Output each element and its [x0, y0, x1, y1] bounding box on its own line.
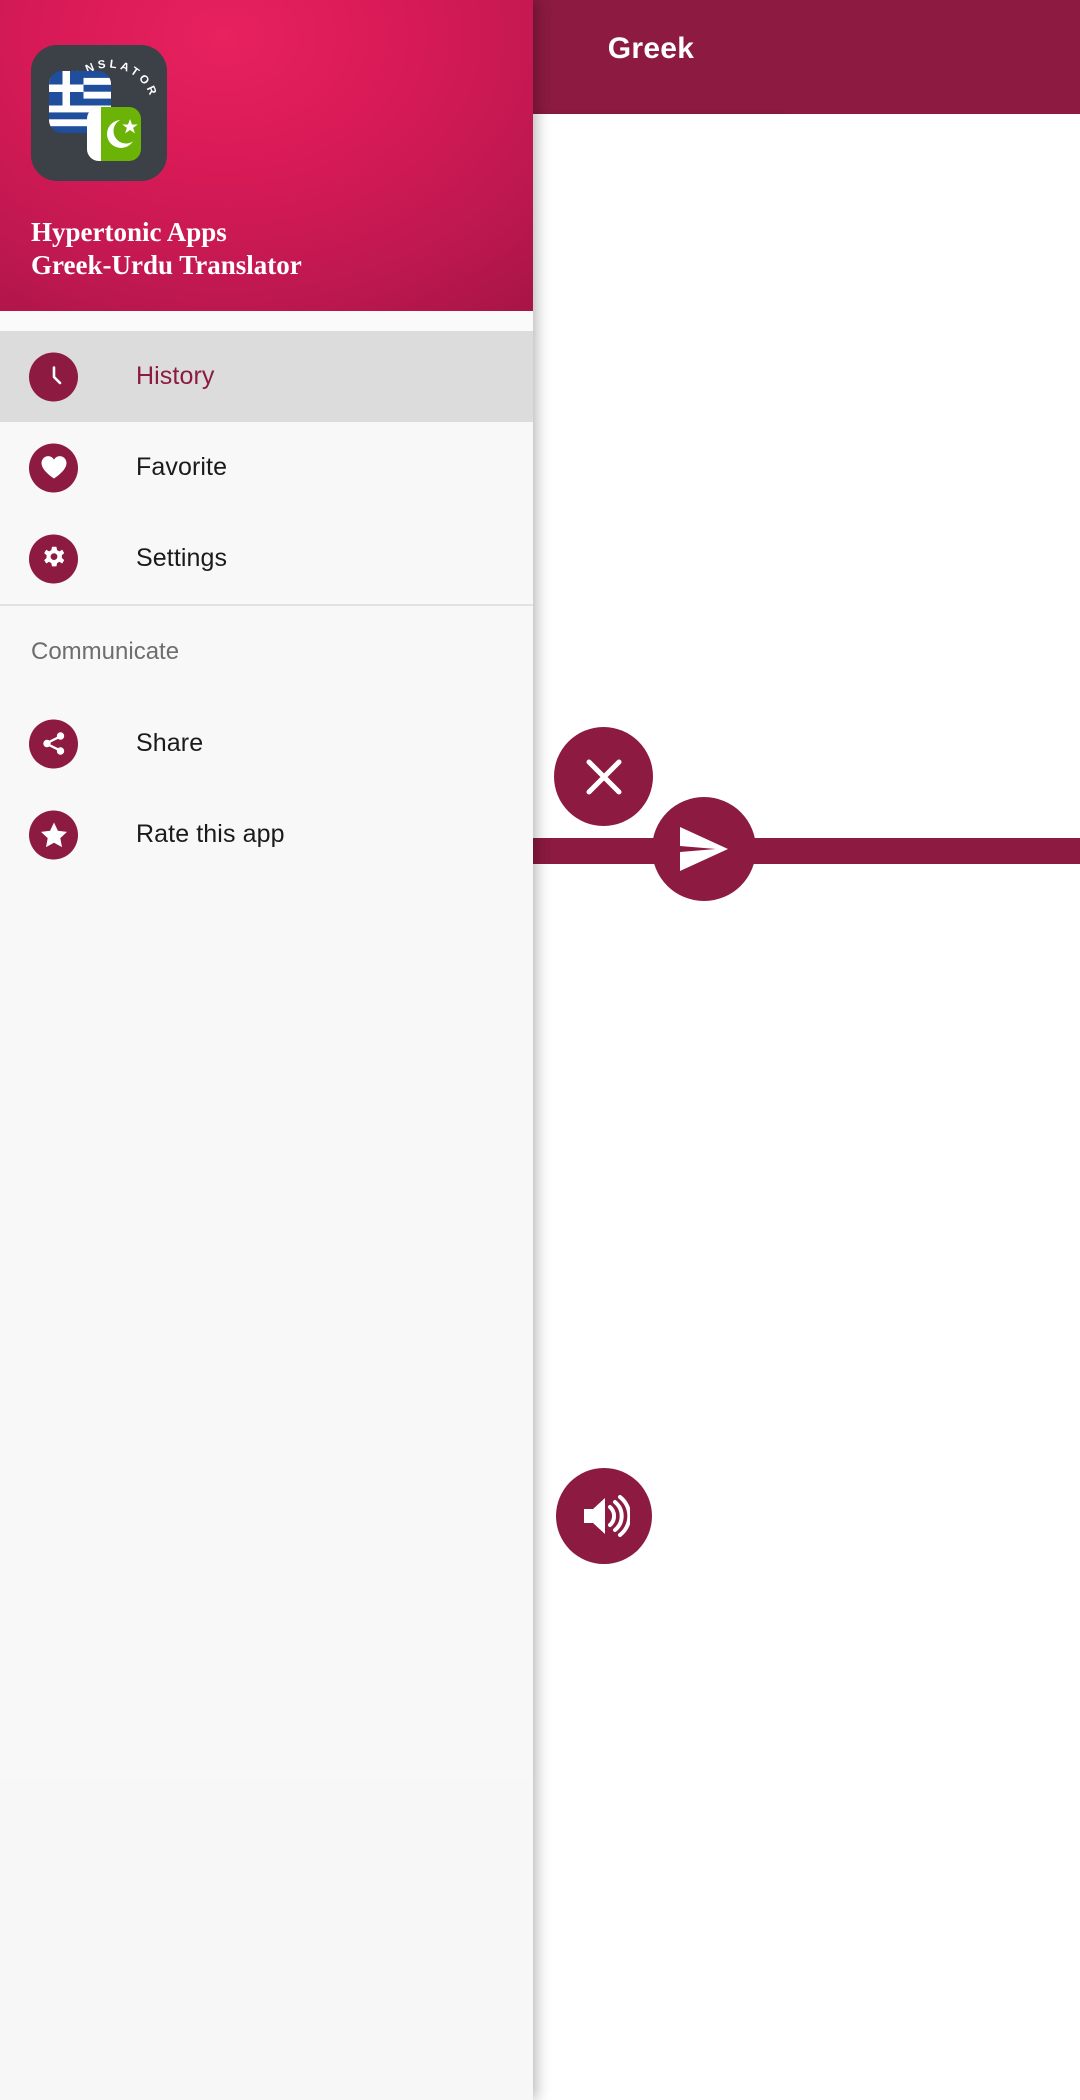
send-icon — [680, 827, 728, 871]
drawer-section-title: Communicate — [0, 606, 533, 698]
sidebar-item-rate-this-app[interactable]: Rate this app — [0, 789, 533, 880]
sidebar-item-label: Rate this app — [136, 820, 285, 848]
speaker-icon — [584, 1495, 630, 1537]
sidebar-item-favorite[interactable]: Favorite — [0, 422, 533, 513]
clock-icon — [29, 352, 78, 401]
navigation-drawer: TRANSLATOR — [0, 0, 533, 2100]
heart-icon — [29, 443, 78, 492]
clear-button[interactable] — [554, 727, 653, 826]
drawer-app-name: Greek-Urdu Translator — [31, 250, 302, 281]
app-screen: Greek NSLATOR Hypertonic Apps Greek-Urdu… — [0, 0, 1080, 2100]
sidebar-item-label: Share — [136, 729, 204, 757]
drawer-empty-space — [0, 880, 533, 1780]
sidebar-item-label: History — [136, 362, 215, 390]
sidebar-item-share[interactable]: Share — [0, 698, 533, 789]
sidebar-item-history[interactable]: History — [0, 331, 533, 422]
sidebar-item-label: Settings — [136, 544, 228, 572]
close-icon — [586, 759, 621, 794]
send-button[interactable] — [652, 797, 756, 901]
speak-button[interactable] — [556, 1468, 652, 1564]
drawer-publisher-name: Hypertonic Apps — [31, 217, 227, 247]
share-icon — [29, 719, 78, 768]
drawer-header-title: Hypertonic Apps Greek-Urdu Translator — [31, 216, 501, 283]
gear-icon — [29, 534, 78, 583]
translation-card — [533, 114, 785, 2100]
drawer-header: TRANSLATOR — [0, 0, 533, 311]
app-logo: TRANSLATOR — [31, 45, 167, 181]
app-bar-shadow — [533, 98, 1080, 114]
input-divider-rule — [533, 838, 1080, 864]
drawer-header-gap — [0, 311, 533, 331]
sidebar-item-label: Favorite — [136, 453, 228, 481]
sidebar-item-settings[interactable]: Settings — [0, 513, 533, 604]
translation-card-right — [785, 114, 1080, 2100]
star-icon — [29, 810, 78, 859]
